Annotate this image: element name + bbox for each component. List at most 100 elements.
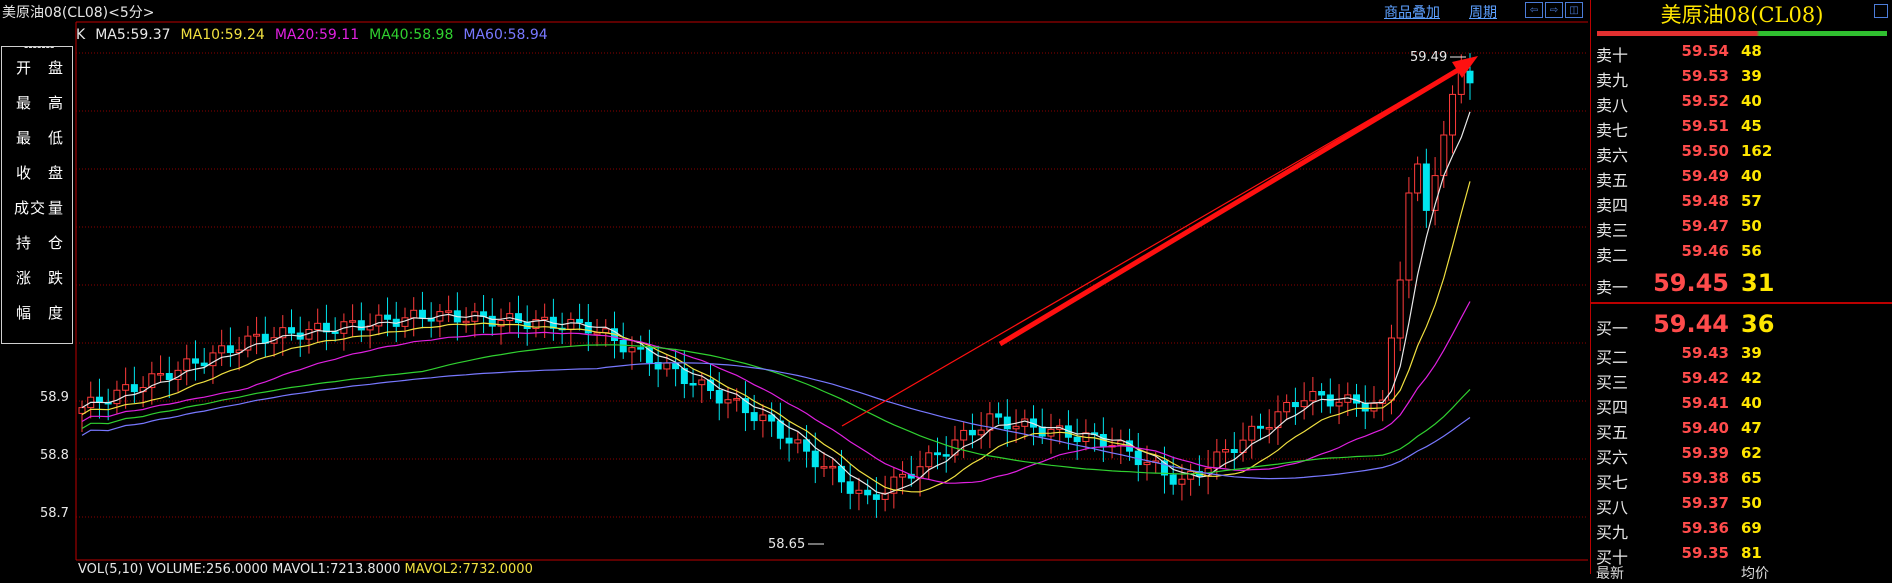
info-box-label-char: 开 [16, 59, 32, 77]
info-box-label-char: 量 [48, 199, 64, 217]
info-box-row: 最低 [2, 117, 72, 152]
candle-body [113, 389, 121, 405]
candle-body [1449, 93, 1457, 136]
bid-level-name: 买四 [1596, 398, 1629, 417]
bid-level-row[interactable]: 买五 59.40 47 [1591, 416, 1892, 442]
candle-body [253, 333, 261, 337]
candle-body [1466, 70, 1474, 84]
layout-icon[interactable]: ◫ [1565, 2, 1583, 18]
ask-level-vol: 50 [1741, 217, 1762, 235]
ma-legend-item: MA5:59.37 [95, 27, 171, 43]
bid-level-vol: 50 [1741, 494, 1762, 512]
candle-body [288, 327, 296, 334]
volume-legend-item: VOLUME:256.0000 [147, 562, 269, 577]
ask-level-row[interactable]: 卖五 59.49 40 [1591, 164, 1892, 190]
candle-body [183, 358, 191, 371]
bid-level-row[interactable]: 买三 59.42 42 [1591, 366, 1892, 392]
ask-level-row[interactable]: 卖六 59.50 162 [1591, 139, 1892, 165]
candle-body [750, 412, 758, 422]
info-box-label-char: 收 [16, 164, 32, 182]
ask-level-row[interactable]: 卖七 59.51 45 [1591, 114, 1892, 140]
scroll-left-icon[interactable]: ⇦ [1525, 2, 1543, 18]
scroll-right-icon[interactable]: ⇨ [1545, 2, 1563, 18]
ask-level-row[interactable]: 卖九 59.53 39 [1591, 64, 1892, 90]
bid-level-row[interactable]: 买二 59.43 39 [1591, 341, 1892, 367]
info-box-row: 幅度 [2, 292, 72, 327]
bid-level-name: 买一 [1596, 319, 1629, 338]
candle-body [1265, 427, 1273, 430]
bid-level-row[interactable]: 买七 59.38 65 [1591, 466, 1892, 492]
ask-level-name: 卖四 [1596, 196, 1629, 215]
ma-legend-item: MA60:58.94 [463, 27, 548, 43]
ask-level-row[interactable]: 卖四 59.48 57 [1591, 189, 1892, 215]
ask-level-name: 卖九 [1596, 71, 1629, 90]
bid-level-name: 买九 [1596, 523, 1629, 542]
candle-body [899, 473, 907, 478]
ask-level-vol: 162 [1741, 142, 1773, 160]
kline-chart[interactable]: 59.058.958.858.759.4958.65 [0, 0, 1590, 574]
candle-body [514, 313, 522, 323]
bid-level-vol: 69 [1741, 519, 1762, 537]
bid-level-row[interactable]: 买四 59.41 40 [1591, 391, 1892, 417]
bid-level-row[interactable]: 买一 59.44 36 [1591, 309, 1892, 338]
ma-line-40 [81, 344, 1471, 475]
candle-body [567, 318, 575, 330]
candle-body [933, 452, 941, 456]
ask-level-price: 59.45 [1653, 269, 1729, 297]
info-box-label-char: 盘 [48, 164, 64, 182]
ask-level-row[interactable]: 卖八 59.52 40 [1591, 89, 1892, 115]
candle-body [855, 489, 863, 494]
kline-chart-panel[interactable]: 59.058.958.858.759.4958.65 美原油08(CL08)<5… [0, 0, 1590, 577]
candle-body [846, 481, 854, 494]
candle-body [663, 362, 671, 370]
panel-toggle-icon[interactable] [1874, 4, 1888, 18]
bid-level-name: 买八 [1596, 498, 1629, 517]
candle-body [1414, 163, 1422, 194]
bid-level-price: 59.39 [1681, 444, 1729, 462]
ask-level-price: 59.46 [1681, 242, 1729, 260]
info-box-label-char: 高 [48, 94, 64, 112]
bid-level-row[interactable]: 买六 59.39 62 [1591, 441, 1892, 467]
ask-level-row[interactable]: 卖二 59.46 56 [1591, 239, 1892, 265]
candle-body [820, 466, 828, 469]
candle-body [1012, 425, 1020, 430]
candle-body [1309, 391, 1317, 402]
candle-body [1353, 394, 1361, 404]
candle-body [157, 373, 165, 376]
candle-body [689, 383, 697, 386]
candle-body [1021, 418, 1029, 427]
last-price-row: 最新 均价 [1591, 563, 1892, 582]
candle-body [1335, 401, 1343, 407]
ask-level-vol: 31 [1741, 269, 1775, 297]
info-box-row: 开盘 [2, 47, 72, 82]
chart-nav-buttons: ⇦ ⇨ ◫ [1525, 2, 1583, 18]
candle-body [506, 313, 514, 322]
ask-level-vol: 56 [1741, 242, 1762, 260]
info-box-label-char: 幅 [16, 304, 32, 322]
info-box-label-char: 涨 [16, 269, 32, 287]
candle-body [200, 362, 208, 367]
bid-level-row[interactable]: 买八 59.37 50 [1591, 491, 1892, 517]
bid-level-name: 买七 [1596, 473, 1629, 492]
ask-level-row[interactable]: 卖十 59.54 48 [1591, 39, 1892, 65]
chart-title-bar: 美原油08(CL08)<5分> 商品叠加 周期 ⇦ ⇨ ◫ [0, 0, 1590, 22]
bid-level-row[interactable]: 买九 59.36 69 [1591, 516, 1892, 542]
candle-body [602, 328, 610, 334]
ma-legend-item: MA40:58.98 [369, 27, 454, 43]
y-tick-label: 58.8 [40, 448, 69, 463]
candle-body [619, 340, 627, 353]
candle-body [95, 396, 103, 403]
overlay-commodity-link[interactable]: 商品叠加 [1384, 2, 1440, 22]
candle-body [968, 429, 976, 436]
ask-level-vol: 39 [1741, 67, 1762, 85]
chart-title: 美原油08(CL08)<5分> [2, 5, 155, 21]
candle-body [314, 322, 322, 331]
ask-level-row[interactable]: 卖一 59.45 31 [1591, 268, 1892, 297]
ask-level-row[interactable]: 卖三 59.47 50 [1591, 214, 1892, 240]
y-tick-label: 58.9 [40, 390, 69, 405]
info-box-label-char: 持 [16, 234, 32, 252]
period-link[interactable]: 周期 [1469, 2, 1497, 22]
candle-body [1222, 449, 1230, 453]
candle-body [1283, 401, 1291, 413]
candle-body [1178, 478, 1186, 485]
